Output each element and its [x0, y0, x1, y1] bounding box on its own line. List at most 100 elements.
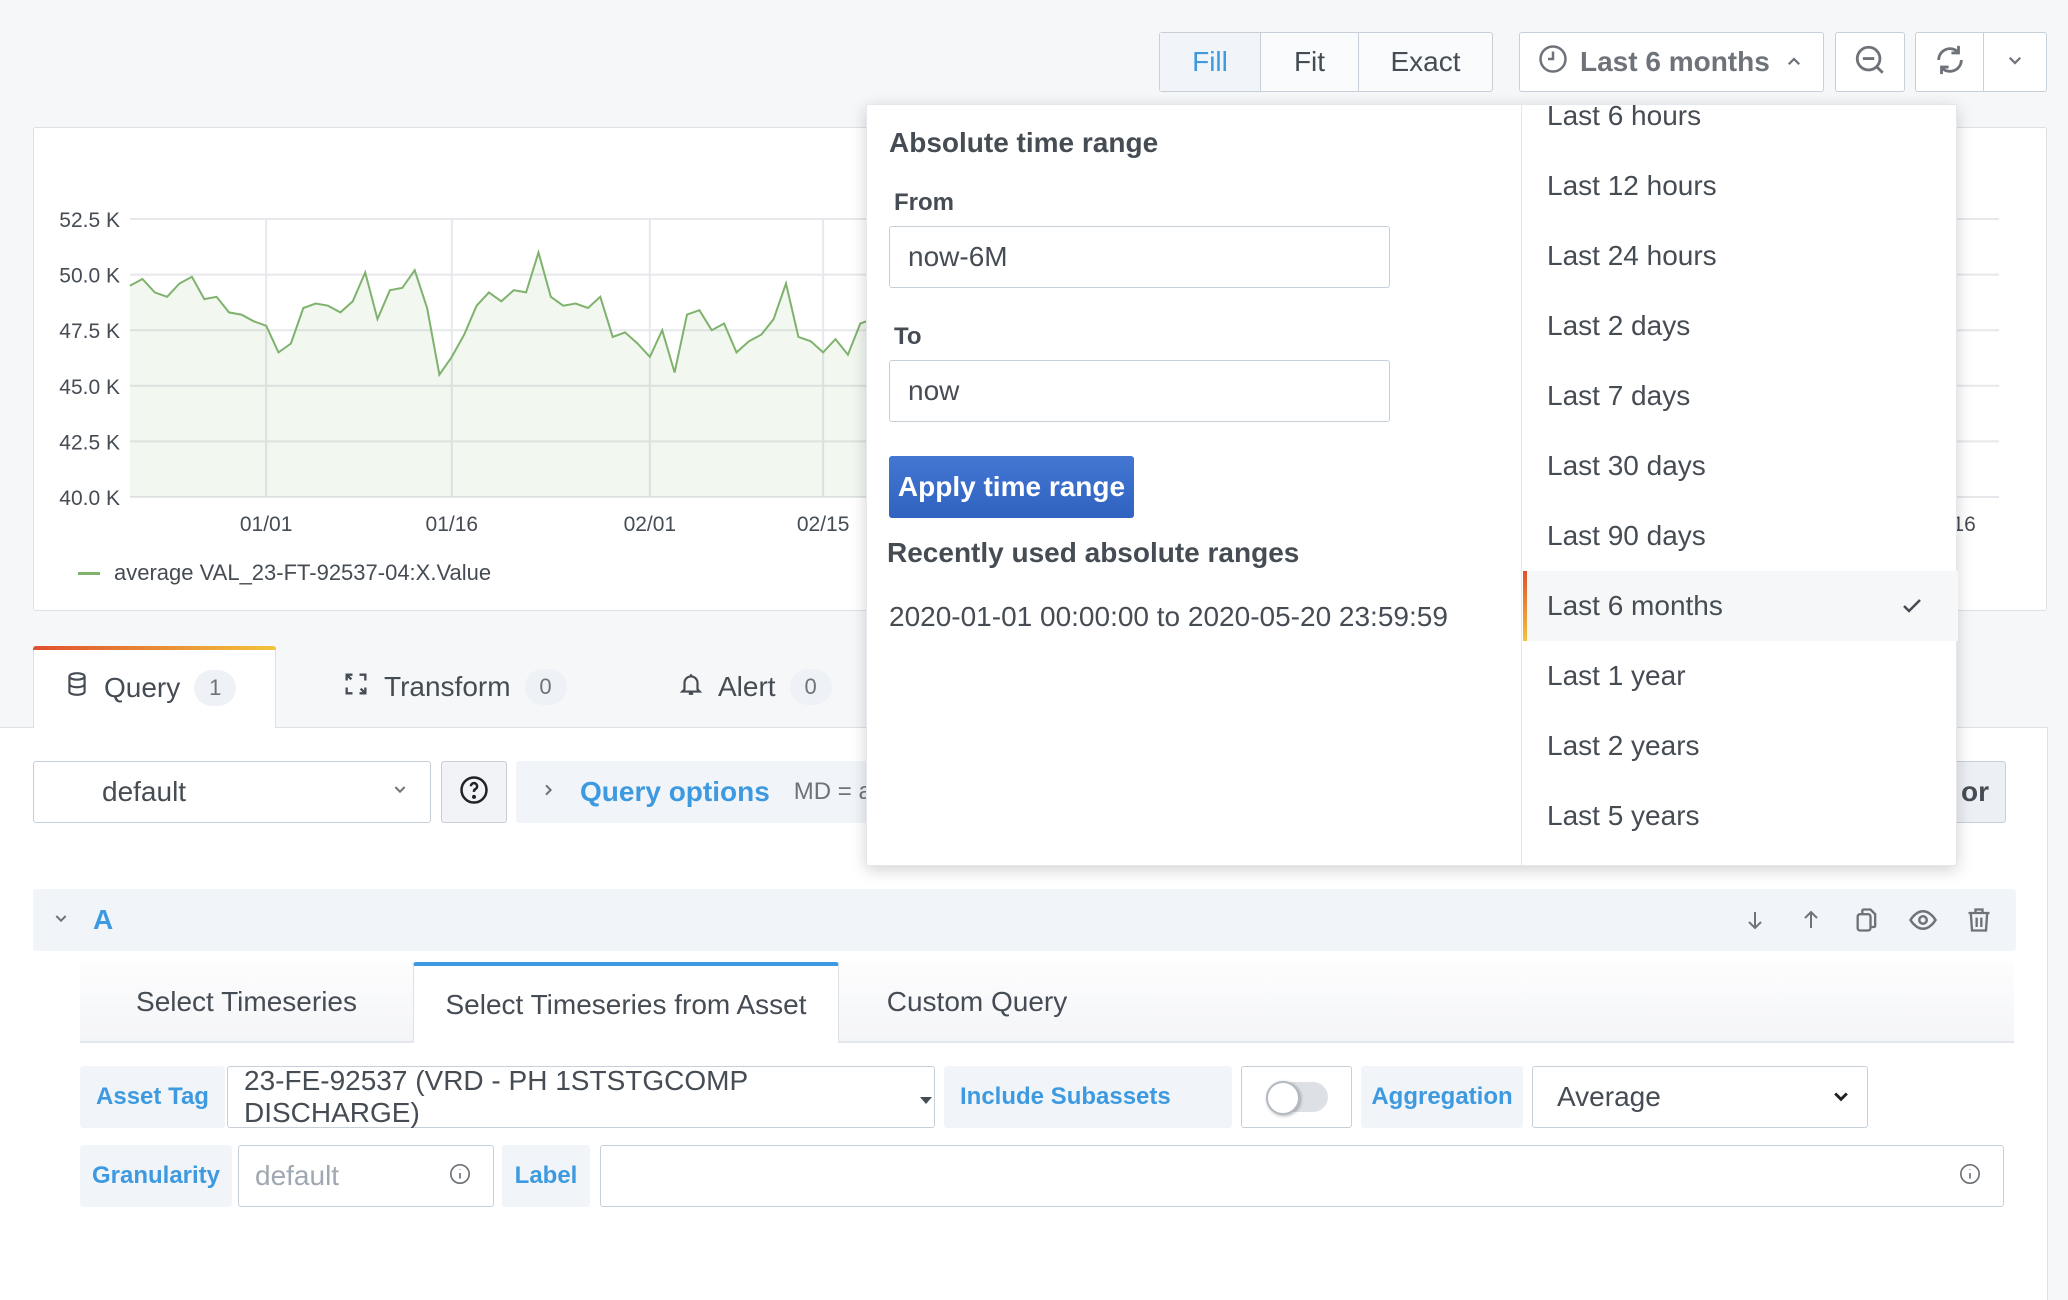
time-range-picker-button[interactable]: Last 6 months	[1519, 32, 1824, 92]
quick-ranges-list: Last 6 hours Last 12 hours Last 24 hours La…	[1523, 105, 1958, 865]
aggregation-select[interactable]: Average	[1532, 1066, 1868, 1128]
to-input[interactable]: now	[889, 360, 1390, 422]
quick-range-option[interactable]: Last 2 days	[1523, 291, 1958, 361]
apply-time-range-button[interactable]: Apply time range	[889, 456, 1134, 518]
quick-range-label: Last 6 hours	[1547, 105, 1702, 131]
time-range-label: Last 6 months	[1580, 46, 1770, 77]
tab-transform-label: Transform	[384, 671, 511, 702]
chevron-up-icon	[1785, 46, 1803, 78]
tab-alert-label: Alert	[718, 671, 776, 702]
y-tick-label: 50.0 K	[59, 265, 120, 288]
query-mode-tabs: Select Timeseries Select Timeseries from…	[80, 962, 2014, 1043]
quick-range-option[interactable]: Last 1 year	[1523, 641, 1958, 711]
quick-range-label: Last 2 days	[1547, 310, 1691, 341]
include-subassets-toggle[interactable]	[1265, 1081, 1328, 1115]
tab-query-count: 1	[194, 669, 237, 706]
move-down-icon[interactable]	[1740, 905, 1770, 935]
aggregation-value: Average	[1557, 1081, 1661, 1112]
y-tick-label: 45.0 K	[59, 376, 120, 399]
include-subassets-label: Include Subassets	[944, 1066, 1232, 1128]
tab-select-timeseries[interactable]: Select Timeseries	[80, 962, 413, 1041]
quick-range-option[interactable]: Last 7 days	[1523, 361, 1958, 431]
move-up-icon[interactable]	[1796, 905, 1826, 935]
refresh-button[interactable]	[1916, 33, 1984, 91]
time-picker-dropdown: Absolute time range From now-6M To now A…	[866, 104, 1958, 866]
y-tick-label: 47.5 K	[59, 320, 120, 343]
query-ref-id[interactable]: A	[93, 904, 113, 936]
tab-custom-query[interactable]: Custom Query	[839, 962, 1115, 1041]
database-icon	[64, 670, 90, 705]
clock-icon	[1538, 44, 1568, 81]
tab-query[interactable]: Query 1	[33, 646, 276, 728]
y-tick-label: 42.5 K	[59, 431, 120, 454]
to-label: To	[894, 323, 922, 350]
zoom-out-icon	[1853, 43, 1887, 82]
quick-range-label: Last 30 days	[1547, 450, 1706, 481]
granularity-label: Granularity	[80, 1145, 232, 1207]
label-input[interactable]	[600, 1145, 2004, 1207]
quick-range-option[interactable]: Last 24 hours	[1523, 221, 1958, 291]
caret-down-icon	[918, 1081, 934, 1113]
quick-range-option[interactable]: Last 90 days	[1523, 501, 1958, 571]
zoom-out-button[interactable]	[1835, 32, 1905, 92]
duplicate-icon[interactable]	[1852, 905, 1882, 935]
query-options-label: Query options	[580, 776, 770, 807]
y-tick-label: 40.0 K	[59, 487, 120, 510]
x-tick-label: 02/01	[624, 513, 677, 536]
label-field-label: Label	[502, 1145, 590, 1207]
chevron-down-icon	[2006, 51, 2024, 74]
refresh-group	[1915, 32, 2047, 92]
x-tick-label: 01/16	[426, 513, 479, 536]
granularity-input[interactable]: default	[238, 1145, 494, 1207]
tab-transform[interactable]: Transform 0	[342, 646, 567, 728]
refresh-icon	[1933, 43, 1967, 82]
absolute-range-section: Absolute time range From now-6M To now A…	[867, 105, 1522, 865]
fit-mode-fit-button[interactable]: Fit	[1261, 33, 1359, 91]
from-input[interactable]: now-6M	[889, 226, 1390, 288]
quick-range-label: Last 5 years	[1547, 800, 1700, 831]
quick-range-option[interactable]: Last 30 days	[1523, 431, 1958, 501]
tab-query-label: Query	[104, 671, 181, 703]
quick-range-label: Last 2 years	[1547, 730, 1700, 761]
chevron-right-icon	[540, 782, 556, 803]
datasource-select[interactable]: default	[33, 761, 431, 823]
legend-label: average VAL_23-FT-92537-04:X.Value	[114, 560, 492, 585]
datasource-help-button[interactable]	[441, 761, 507, 823]
quick-range-option[interactable]: Last 2 years	[1523, 711, 1958, 781]
quick-range-option[interactable]: Last 5 years	[1523, 781, 1958, 851]
from-label: From	[894, 189, 954, 216]
granularity-placeholder: default	[255, 1160, 340, 1191]
fit-mode-group: Fill Fit Exact	[1159, 32, 1493, 92]
tab-alert[interactable]: Alert 0	[678, 646, 832, 728]
y-tick-label: 52.5 K	[59, 209, 120, 232]
quick-range-option[interactable]: Last 12 hours	[1523, 151, 1958, 221]
absolute-range-title: Absolute time range	[889, 127, 1159, 158]
eye-icon[interactable]	[1908, 905, 1938, 935]
recent-ranges-title: Recently used absolute ranges	[887, 537, 1300, 568]
tab-transform-count: 0	[524, 669, 567, 705]
checkmark-icon	[1900, 593, 1924, 625]
quick-range-option[interactable]: Last 6 hours	[1523, 105, 1958, 151]
info-icon	[1959, 1160, 1981, 1192]
recent-range-item[interactable]: 2020-01-01 00:00:00 to 2020-05-20 23:59:…	[889, 601, 1448, 633]
chevron-down-icon	[392, 780, 408, 803]
x-tick-label: 02/15	[797, 513, 850, 536]
quick-range-label: Last 7 days	[1547, 380, 1691, 411]
refresh-interval-dropdown[interactable]	[1984, 33, 2046, 91]
legend-item[interactable]: average VAL_23-FT-92537-04:X.Value	[78, 560, 491, 586]
quick-range-option[interactable]: Last 6 months	[1523, 571, 1958, 641]
info-icon	[449, 1160, 471, 1192]
collapse-chevron-icon[interactable]	[53, 909, 69, 932]
asset-tag-value: 23-FE-92537 (VRD - PH 1STSTGCOMP DISCHAR…	[244, 1065, 748, 1128]
trash-icon[interactable]	[1964, 905, 1994, 935]
quick-range-label: Last 90 days	[1547, 520, 1706, 551]
tab-select-timeseries-from-asset[interactable]: Select Timeseries from Asset	[413, 962, 839, 1043]
transform-icon	[342, 670, 370, 705]
x-tick-label: 01/01	[240, 513, 293, 536]
query-row-actions	[1740, 905, 1994, 935]
quick-range-label: Last 12 hours	[1547, 170, 1717, 201]
query-row-header: A	[33, 889, 2016, 951]
fit-mode-fill-button[interactable]: Fill	[1160, 33, 1261, 91]
asset-tag-select[interactable]: 23-FE-92537 (VRD - PH 1STSTGCOMP DISCHAR…	[227, 1065, 935, 1128]
fit-mode-exact-button[interactable]: Exact	[1359, 33, 1492, 91]
